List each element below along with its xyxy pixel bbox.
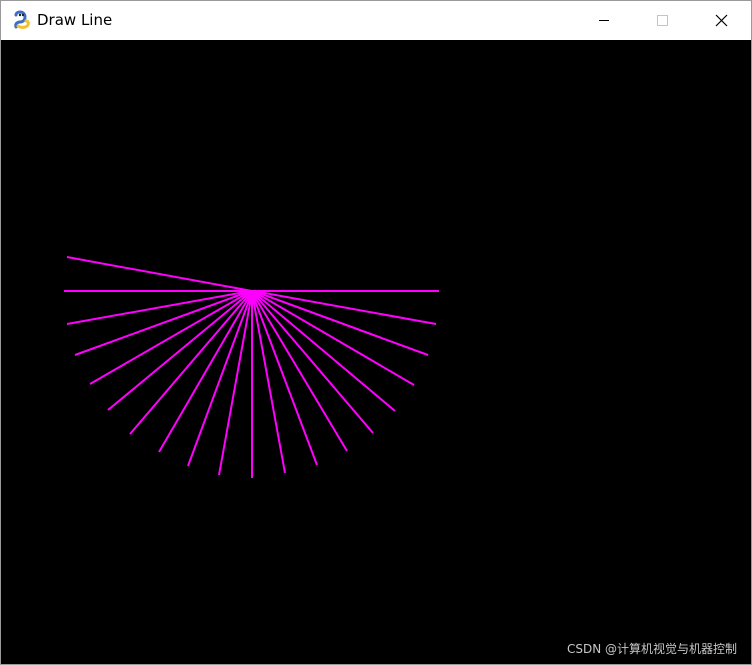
drawing-canvas[interactable]: CSDN @计算机视觉与机器控制 <box>1 40 751 664</box>
title-bar[interactable]: Draw Line <box>1 1 751 39</box>
minimize-icon <box>599 20 609 21</box>
minimize-button[interactable] <box>581 1 627 39</box>
window-title: Draw Line <box>37 11 113 29</box>
app-window: Draw Line CSDN @计算机视觉与机器控制 <box>0 0 752 665</box>
maximize-icon <box>657 15 668 26</box>
maximize-button[interactable] <box>639 1 685 39</box>
pygame-snake-icon <box>12 10 32 30</box>
fan-line-5 <box>74 292 246 356</box>
close-button[interactable] <box>698 1 744 39</box>
fan-line-1 <box>66 256 253 292</box>
watermark-text: CSDN @计算机视觉与机器控制 <box>566 642 737 656</box>
close-icon <box>715 14 728 27</box>
line-fan-drawing <box>64 256 439 478</box>
